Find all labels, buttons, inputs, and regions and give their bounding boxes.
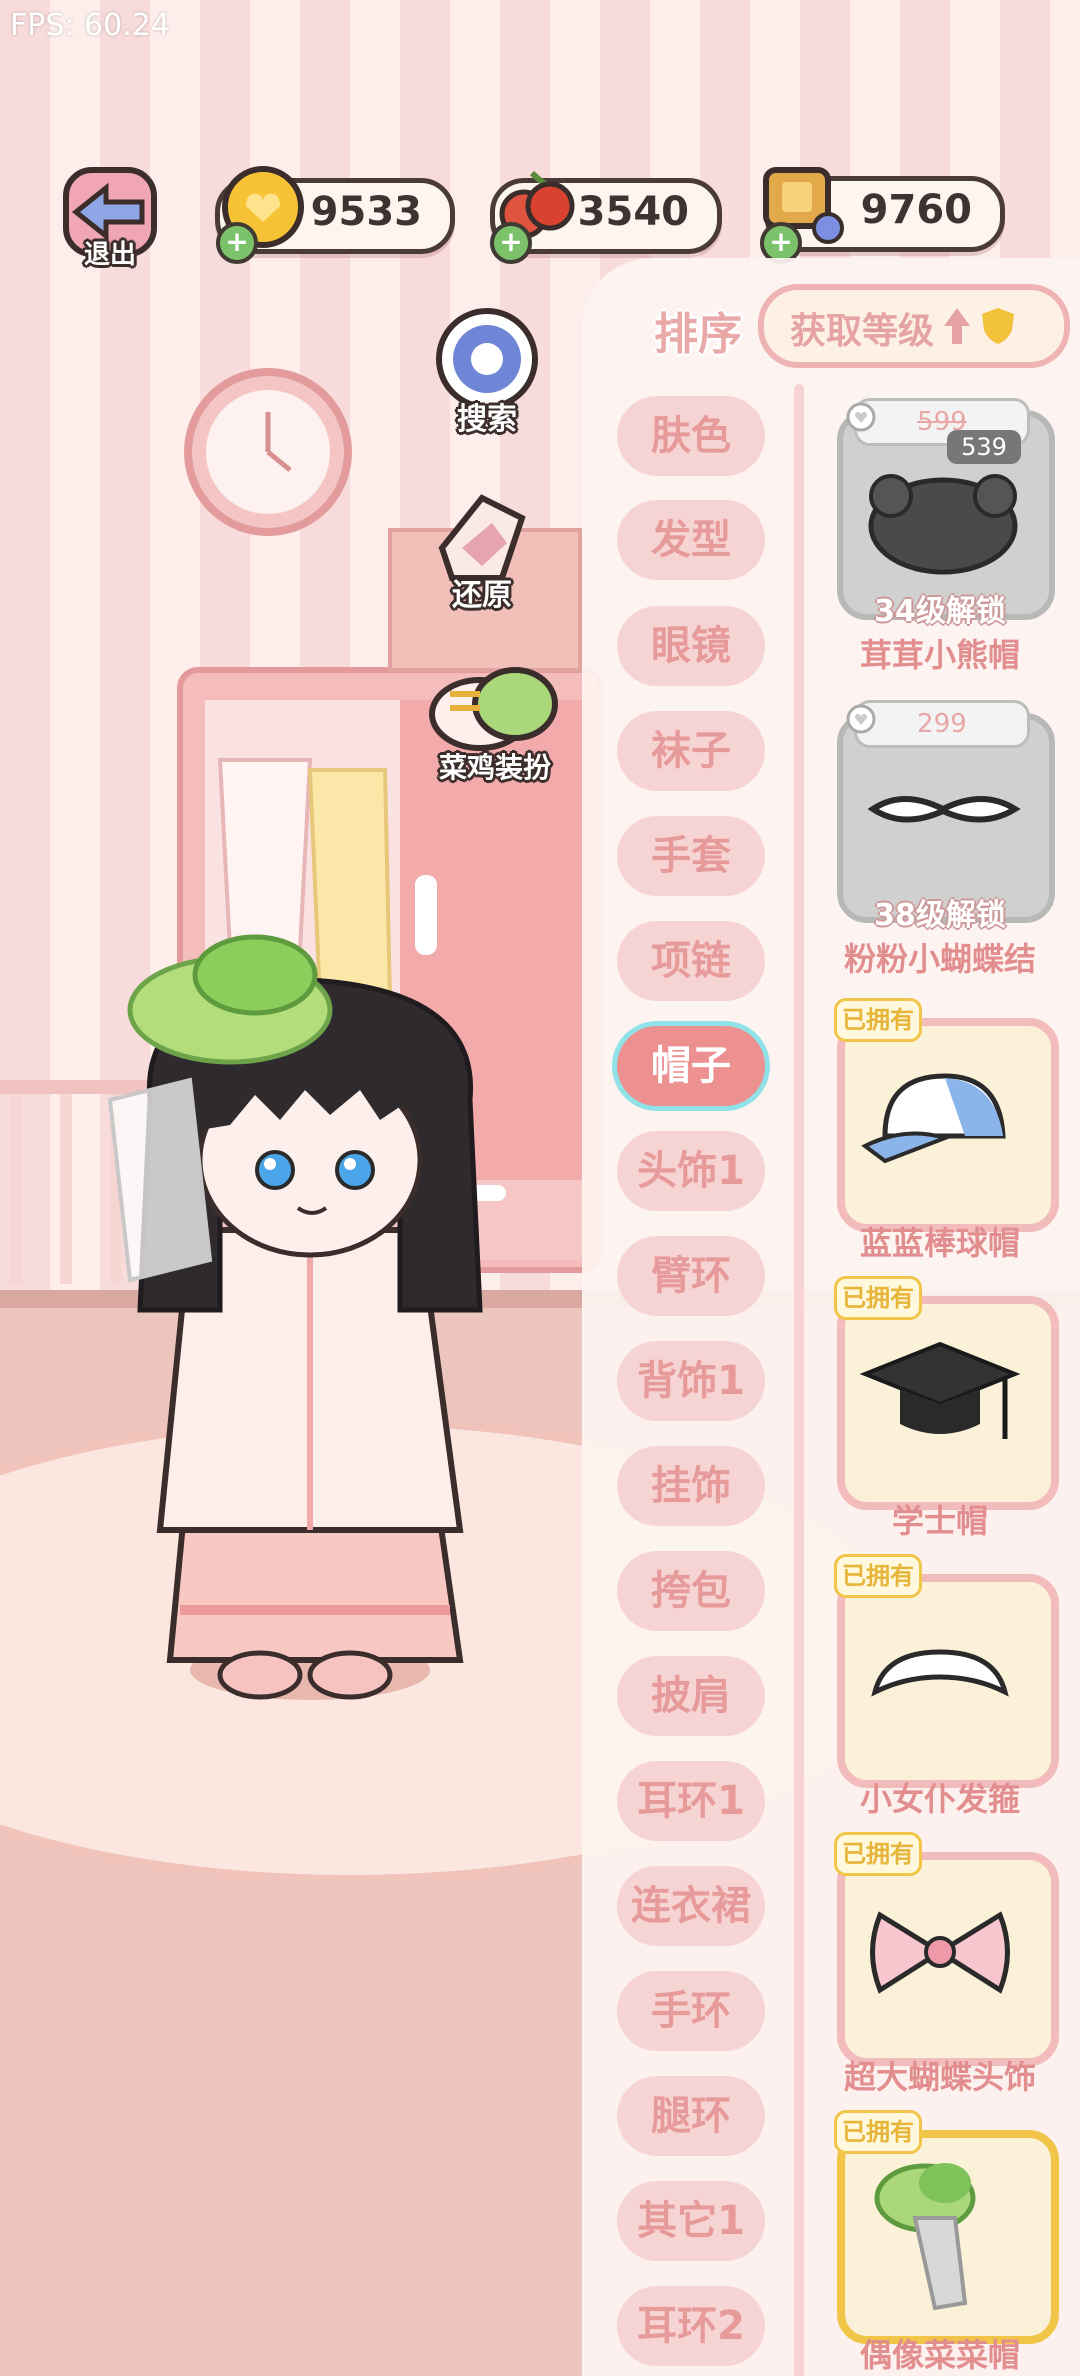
item-name: 超大蝴蝶头饰 xyxy=(843,2058,1036,2096)
exit-button[interactable]: 退出 xyxy=(56,160,164,278)
ticket-value: 9760 xyxy=(860,187,972,233)
category-tab-armband[interactable]: 臂环 xyxy=(617,1236,765,1316)
category-tab-necklace[interactable]: 项链 xyxy=(617,921,765,1001)
category-tab-pendant[interactable]: 挂饰 xyxy=(617,1446,765,1526)
category-tab-socks[interactable]: 袜子 xyxy=(617,711,765,791)
search-button[interactable]: 搜索 xyxy=(432,304,542,444)
owned-badge: 已拥有 xyxy=(834,2110,922,2154)
category-tab-hat[interactable]: 帽子 xyxy=(617,1026,765,1106)
category-tab-back-accessory1[interactable]: 背饰1 xyxy=(617,1341,765,1421)
outfit-icon xyxy=(429,667,558,751)
category-tab-earring2[interactable]: 耳环2 xyxy=(617,2286,765,2366)
outfit-button[interactable]: 菜鸡装扮 xyxy=(420,654,570,794)
sort-by-level-button[interactable]: 获取等级 xyxy=(758,284,1070,368)
cherry-value: 3540 xyxy=(577,189,689,235)
wardrobe-panel: 排序 获取等级 肤色 发型 眼镜 袜子 手套 项链 帽子 头饰1 臂环 背饰1 … xyxy=(582,258,1080,2376)
item-name: 蓝蓝棒球帽 xyxy=(859,1224,1020,1262)
item-name: 小女仆发箍 xyxy=(859,1780,1020,1818)
item-name: 粉粉小蝴蝶结 xyxy=(843,940,1036,978)
veggie-hat-icon xyxy=(874,2163,976,2311)
heart-icon xyxy=(846,402,876,432)
category-tab-shawl[interactable]: 披肩 xyxy=(617,1656,765,1736)
item-card-big-bow[interactable] xyxy=(837,1852,1059,2066)
search-label: 搜索 xyxy=(457,402,517,437)
heart-icon xyxy=(846,704,876,734)
unlock-level-label: 38级解锁 xyxy=(874,898,1006,933)
baseball-cap-icon xyxy=(861,1073,1006,1164)
owned-badge: 已拥有 xyxy=(834,1832,922,1876)
price-value: 299 xyxy=(917,709,967,739)
headband-icon xyxy=(871,1649,1009,1697)
item-name: 偶像菜菜帽 xyxy=(859,2336,1020,2374)
category-tab-shoulder-bag[interactable]: 挎包 xyxy=(617,1551,765,1631)
category-tab-other1[interactable]: 其它1 xyxy=(617,2181,765,2261)
item-card-blue-cap[interactable] xyxy=(837,1018,1059,1232)
add-coins-button[interactable]: + xyxy=(216,222,258,264)
category-tab-gloves[interactable]: 手套 xyxy=(617,816,765,896)
category-tab-hairstyle[interactable]: 发型 xyxy=(617,500,765,580)
panel-divider xyxy=(794,384,804,2376)
item-name: 学士帽 xyxy=(891,1502,988,1540)
price-tag: 299 xyxy=(854,700,1030,748)
add-cherries-button[interactable]: + xyxy=(490,222,532,264)
big-bow-icon xyxy=(870,1911,1010,1994)
arrow-up-icon xyxy=(944,308,970,344)
category-tab-headwear1[interactable]: 头饰1 xyxy=(617,1131,765,1211)
bow-icon xyxy=(867,796,1021,823)
category-tab-earring1[interactable]: 耳环1 xyxy=(617,1761,765,1841)
shield-icon xyxy=(982,308,1014,344)
coin-value: 9533 xyxy=(310,189,422,235)
sort-button-label: 获取等级 xyxy=(790,311,935,352)
unlock-level-label: 34级解锁 xyxy=(874,594,1006,629)
exit-label: 退出 xyxy=(83,240,136,270)
category-tab-bracelet[interactable]: 手环 xyxy=(617,1971,765,2051)
graduation-cap-icon xyxy=(859,1341,1021,1439)
item-card-graduation-cap[interactable] xyxy=(837,1296,1059,1510)
outfit-label: 菜鸡装扮 xyxy=(438,751,551,784)
category-tab-glasses[interactable]: 眼镜 xyxy=(617,606,765,686)
restore-button[interactable]: 还原 xyxy=(422,478,542,618)
price-discounted: 539 xyxy=(947,430,1021,464)
category-tab-skin[interactable]: 肤色 xyxy=(617,396,765,476)
owned-badge: 已拥有 xyxy=(834,1276,922,1320)
category-tab-dress[interactable]: 连衣裙 xyxy=(617,1866,765,1946)
fps-counter: FPS: 60.24 xyxy=(10,8,170,43)
owned-badge: 已拥有 xyxy=(834,1554,922,1598)
item-card-maid-headband[interactable] xyxy=(837,1574,1059,1788)
item-card-idol-veggie-hat[interactable] xyxy=(837,2130,1059,2344)
category-tab-leg-ring[interactable]: 腿环 xyxy=(617,2076,765,2156)
owned-badge: 已拥有 xyxy=(834,998,922,1042)
character-avatar[interactable] xyxy=(80,930,540,1710)
restore-label: 还原 xyxy=(452,578,512,613)
dress-up-scene: FPS: 60.24 退出 9533 + 3540 + 9760 + 搜索 还原… xyxy=(0,0,1080,2376)
sort-label: 排序 xyxy=(654,309,742,360)
item-name: 茸茸小熊帽 xyxy=(859,636,1020,674)
